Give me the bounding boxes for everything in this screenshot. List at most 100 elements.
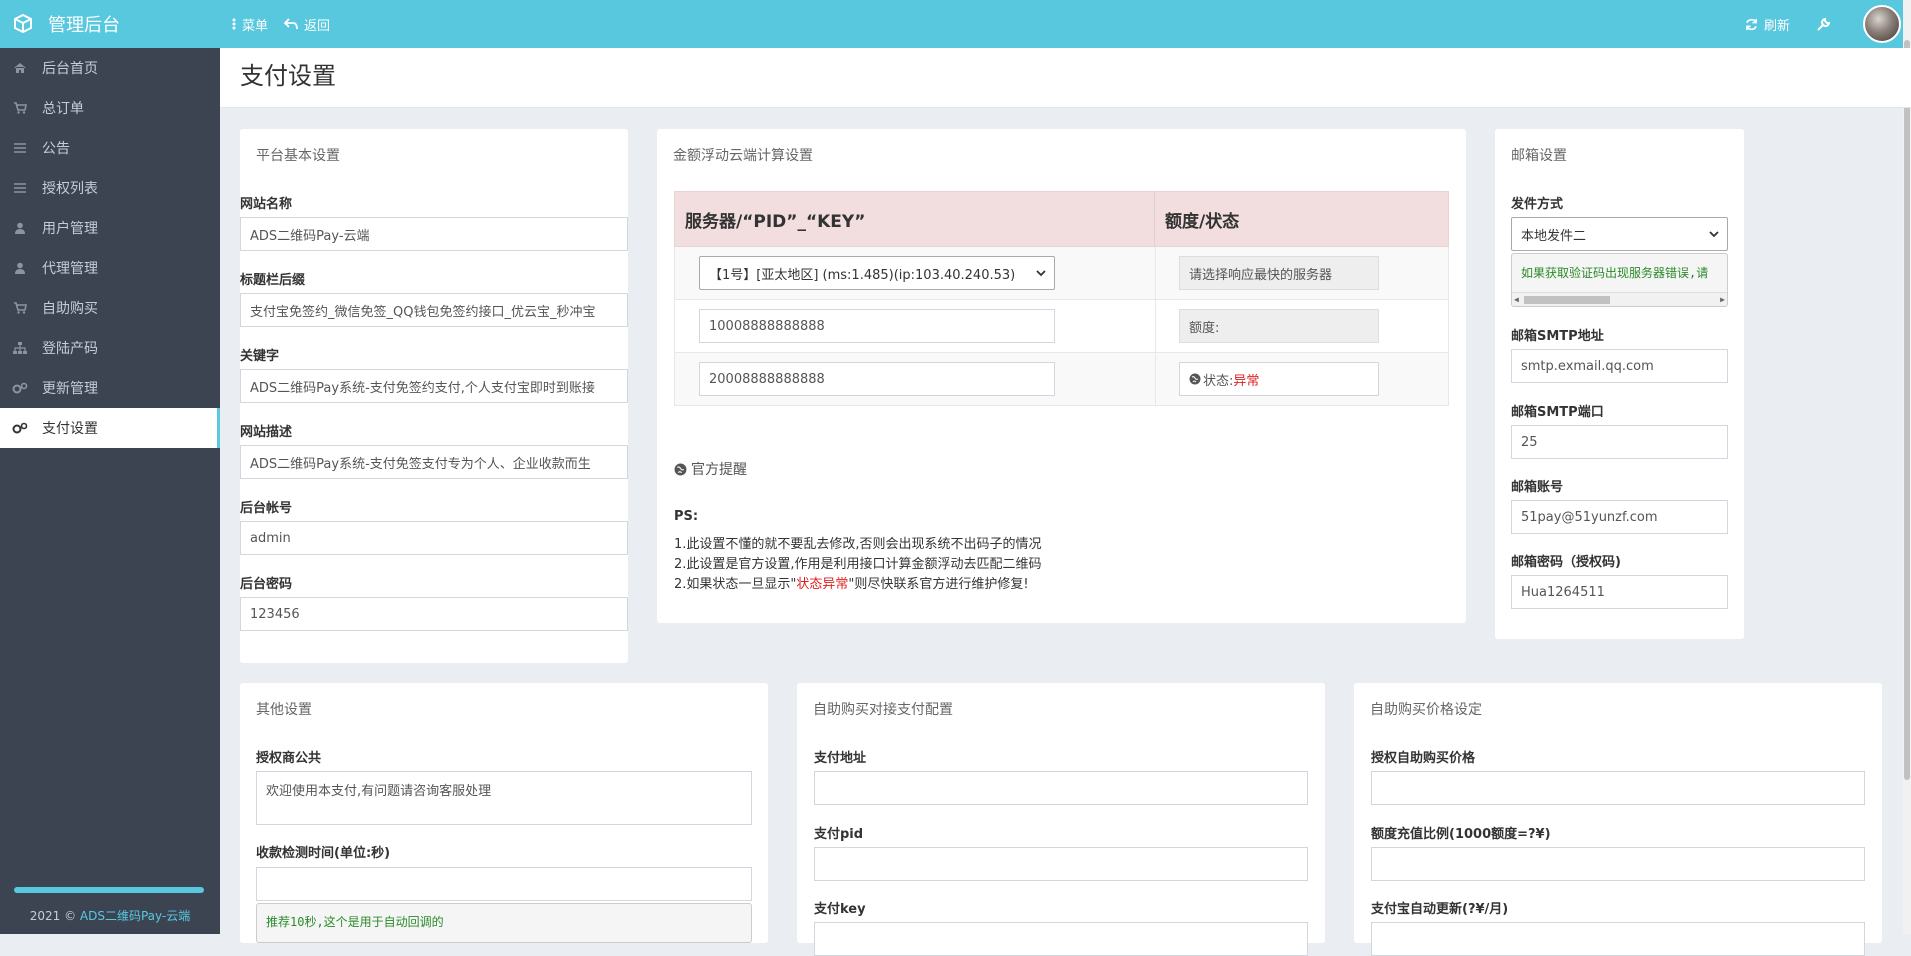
server-select[interactable]: 【1号】[亚太地区] (ms:1.485)(ip:103.40.240.53) [699,256,1055,290]
list-icon [12,142,28,154]
ps-line-3-start: 2.如果状态一旦显示" [674,577,797,592]
sidebar-progress-bar [14,887,204,893]
back-button[interactable]: 返回 [284,15,330,34]
scroll-right-icon[interactable]: ▶ [1720,295,1725,304]
sidebar-item-label: 后台首页 [42,61,98,77]
license-price-label: 授权自助购买价格 [1371,751,1476,766]
sidebar-item-orders[interactable]: 总订单 [0,88,220,128]
panel-heading: 其他设置 [256,702,312,718]
sidebar-item-label: 代理管理 [42,261,98,277]
admin-password-input[interactable]: 123456 [240,597,628,631]
status-label: 状态: [1203,373,1234,389]
official-notice-label: 官方提醒 [691,462,747,478]
sidebar-item-label: 用户管理 [42,221,98,237]
column-divider [1155,300,1156,353]
quota-field: 额度: [1179,309,1379,343]
wrench-icon [1817,17,1831,31]
server-hint-field: 请选择响应最快的服务器 [1179,256,1379,290]
admin-account-label: 后台帐号 [240,501,293,516]
ps-line-3: 2.如果状态一旦显示"状态异常"则尽快联系官方进行维护修复! [674,573,1029,592]
selfbuy-price-panel: 自助购买价格设定 授权自助购买价格 额度充值比例(1000额度=?¥) 支付宝自… [1354,683,1882,956]
mail-password-input[interactable]: Hua1264511 [1511,575,1728,609]
official-notice-title: 官方提醒 [674,459,747,479]
sidebar-item-selfbuy[interactable]: 自助购买 [0,288,220,328]
title-suffix-input[interactable]: 支付宝免签约_微信免签_QQ钱包免签约接口_优云宝_秒冲宝 [240,293,628,327]
admin-account-input[interactable]: admin [240,521,628,555]
site-description-input[interactable]: ADS二维码Pay系统-支付免签支付专为个人、企业收款而生 [240,445,628,479]
avatar[interactable] [1863,5,1901,43]
sidebar-item-label: 支付设置 [42,421,98,437]
check-interval-input[interactable] [256,867,752,901]
page-scrollbar[interactable] [1903,0,1911,934]
key-input[interactable]: 20008888888888 [699,362,1055,396]
send-method-value: 本地发件二 [1521,228,1587,244]
mail-account-input[interactable]: 51pay@51yunzf.com [1511,500,1728,534]
chevron-down-icon [1036,270,1046,277]
site-description-label: 网站描述 [240,425,293,440]
page-scrollbar-thumb[interactable] [1904,40,1910,780]
hint-scrollbar-thumb[interactable] [1524,296,1610,304]
sidebar-item-updates[interactable]: 更新管理 [0,368,220,408]
status-value: 异常 [1233,373,1260,389]
refresh-button[interactable]: 刷新 [1745,15,1790,34]
user-icon [12,262,28,274]
cart-icon [12,102,28,114]
sidebar-item-licenses[interactable]: 授权列表 [0,168,220,208]
panel-heading: 邮箱设置 [1511,148,1567,164]
menu-button[interactable]: 菜单 [232,15,268,34]
reply-icon [284,18,298,30]
page-header: 支付设置 [220,48,1911,108]
table-row: 20008888888888 状态: 异常 [674,353,1449,406]
sidebar-item-label: 自助购买 [42,301,98,317]
license-price-input[interactable] [1371,771,1865,805]
sidebar-item-home[interactable]: 后台首页 [0,48,220,88]
footer-copyright: 2021 © [29,909,80,923]
smtp-port-input[interactable]: 25 [1511,425,1728,459]
hint-horizontal-scrollbar[interactable]: ◀ ▶ [1512,292,1727,306]
globe-icon [1189,373,1201,385]
refresh-label: 刷新 [1763,18,1790,34]
quota-ratio-input[interactable] [1371,847,1865,881]
check-interval-hint: 推荐10秒,这个是用于自动回调的 [256,903,752,943]
license-notice-textarea[interactable]: 欢迎使用本支付,有问题请咨询客服处理 [256,771,752,825]
quota-status-column-header: 额度/状态 [1165,211,1240,232]
sidebar-item-label: 登陆产码 [42,341,98,357]
keywords-input[interactable]: ADS二维码Pay系统-支付免签约支付,个人支付宝即时到账接 [240,369,628,403]
alipay-monthly-input[interactable] [1371,922,1865,956]
settings-wrench-button[interactable] [1816,17,1837,32]
ps-line-1: 1.此设置不懂的就不要乱去修改,否则会出现系统不出码子的情况 [674,537,1042,552]
panel-heading: 自助购买价格设定 [1370,702,1482,718]
pay-key-label: 支付key [814,902,866,917]
server-column-header: 服务器/“PID”_“KEY” [675,191,1155,247]
pay-pid-input[interactable] [814,847,1308,881]
site-name-label: 网站名称 [240,197,293,212]
panel-heading: 平台基本设置 [256,148,340,164]
sidebar-item-payment-settings[interactable]: 支付设置 [0,408,220,448]
scroll-left-icon[interactable]: ◀ [1514,295,1519,304]
pay-key-input[interactable] [814,922,1308,956]
site-name-input[interactable]: ADS二维码Pay-云端 [240,217,628,251]
title-suffix-label: 标题栏后缀 [240,273,306,288]
sidebar-item-users[interactable]: 用户管理 [0,208,220,248]
list-icon [12,182,28,194]
sidebar-item-agents[interactable]: 代理管理 [0,248,220,288]
brand[interactable]: 管理后台 [0,0,220,48]
footer-link[interactable]: ADS二维码Pay-云端 [80,909,190,923]
pid-input[interactable]: 10008888888888 [699,309,1055,343]
cogs-icon [12,382,28,394]
table-row: 【1号】[亚太地区] (ms:1.485)(ip:103.40.240.53) … [674,247,1449,300]
sidebar-item-announcement[interactable]: 公告 [0,128,220,168]
smtp-host-input[interactable]: smtp.exmail.qq.com [1511,349,1728,383]
pay-url-label: 支付地址 [814,751,867,766]
pay-pid-label: 支付pid [814,827,864,842]
mail-settings-panel: 邮箱设置 发件方式 本地发件二 如果获取验证码出现服务器错误,请 ◀ ▶ 邮箱S… [1495,129,1744,639]
sidebar-item-login-code[interactable]: 登陆产码 [0,328,220,368]
page-title: 支付设置 [240,62,336,90]
selfbuy-pay-config-panel: 自助购买对接支付配置 支付地址 支付pid 支付key [797,683,1325,956]
vertical-dots-icon [232,18,236,30]
pay-url-input[interactable] [814,771,1308,805]
menu-label: 菜单 [242,18,269,34]
keywords-label: 关键字 [240,349,280,364]
send-method-select[interactable]: 本地发件二 [1511,217,1728,251]
smtp-host-label: 邮箱SMTP地址 [1511,329,1604,344]
